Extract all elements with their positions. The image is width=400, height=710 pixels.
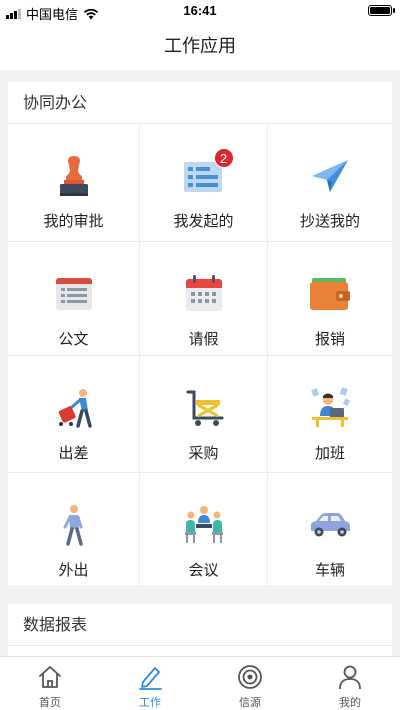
traveler-icon: [58, 389, 92, 428]
tab-label: 我的: [339, 697, 361, 709]
tab-home[interactable]: 首页: [0, 657, 100, 710]
notification-badge: 2: [213, 148, 234, 168]
app-label: 我的审批: [43, 213, 104, 230]
status-time: 16:41: [183, 3, 217, 18]
app-label: 加班: [314, 445, 345, 462]
app-cc-me[interactable]: 抄送我的: [268, 124, 392, 242]
home-icon: [39, 666, 61, 688]
app-label: 请假: [188, 331, 219, 348]
paper-plane-icon: [312, 160, 348, 192]
document-icon: [55, 278, 92, 310]
tab-label: 信源: [239, 697, 261, 709]
app-label: 出差: [58, 445, 89, 462]
section-title: 协同办公: [8, 82, 392, 124]
worker-desk-icon: [311, 387, 350, 427]
tab-mine[interactable]: 我的: [300, 657, 400, 710]
section-title: 数据报表: [8, 604, 392, 646]
pen-icon: [139, 667, 162, 690]
app-label: 外出: [58, 562, 89, 579]
app-label: 采购: [188, 445, 219, 462]
battery-icon: [368, 5, 395, 16]
section-collab: 协同办公 我的审批 2 我发起的 抄送我的 公文 请假 报销 出差 采购 加班 …: [8, 82, 392, 585]
app-label: 报销: [314, 331, 345, 348]
app-business-trip[interactable]: 出差: [8, 356, 140, 473]
app-label: 我发起的: [173, 213, 234, 230]
app-leave[interactable]: 请假: [140, 242, 268, 356]
app-reimbursement[interactable]: 报销: [268, 242, 392, 356]
status-bar: 中国电信 16:41: [0, 0, 400, 22]
cart-icon: [186, 390, 223, 426]
app-purchase[interactable]: 采购: [140, 356, 268, 473]
app-label: 公文: [58, 331, 89, 348]
tab-bar: 首页 工作 信源 我的: [0, 656, 400, 710]
tab-label: 首页: [39, 697, 61, 709]
app-initiated[interactable]: 2 我发起的: [140, 124, 268, 242]
tab-source[interactable]: 信源: [200, 657, 300, 710]
app-vehicle[interactable]: 车辆: [268, 473, 392, 585]
nav-bar: 工作应用: [0, 22, 400, 70]
tab-label: 工作: [139, 697, 161, 709]
app-label: 抄送我的: [299, 213, 360, 230]
person-icon: [339, 665, 361, 690]
section-reports: 数据报表: [8, 604, 392, 656]
calendar-icon: [185, 275, 222, 311]
app-documents[interactable]: 公文: [8, 242, 140, 356]
car-icon: [311, 513, 350, 537]
app-go-out[interactable]: 外出: [8, 473, 140, 585]
meeting-icon: [184, 506, 223, 543]
tab-work[interactable]: 工作: [100, 657, 200, 710]
stamp-icon: [59, 156, 88, 196]
app-label: 车辆: [314, 562, 345, 579]
walking-person-icon: [63, 505, 83, 546]
app-meeting[interactable]: 会议: [140, 473, 268, 585]
app-overtime[interactable]: 加班: [268, 356, 392, 473]
page-title: 工作应用: [164, 36, 236, 56]
app-label: 会议: [188, 562, 219, 579]
app-my-approval[interactable]: 我的审批: [8, 124, 140, 242]
wallet-icon: [310, 278, 350, 310]
signal-source-icon: [238, 665, 262, 689]
app-grid: 我的审批 2 我发起的 抄送我的 公文 请假 报销 出差 采购 加班 外出 会议…: [8, 124, 392, 585]
